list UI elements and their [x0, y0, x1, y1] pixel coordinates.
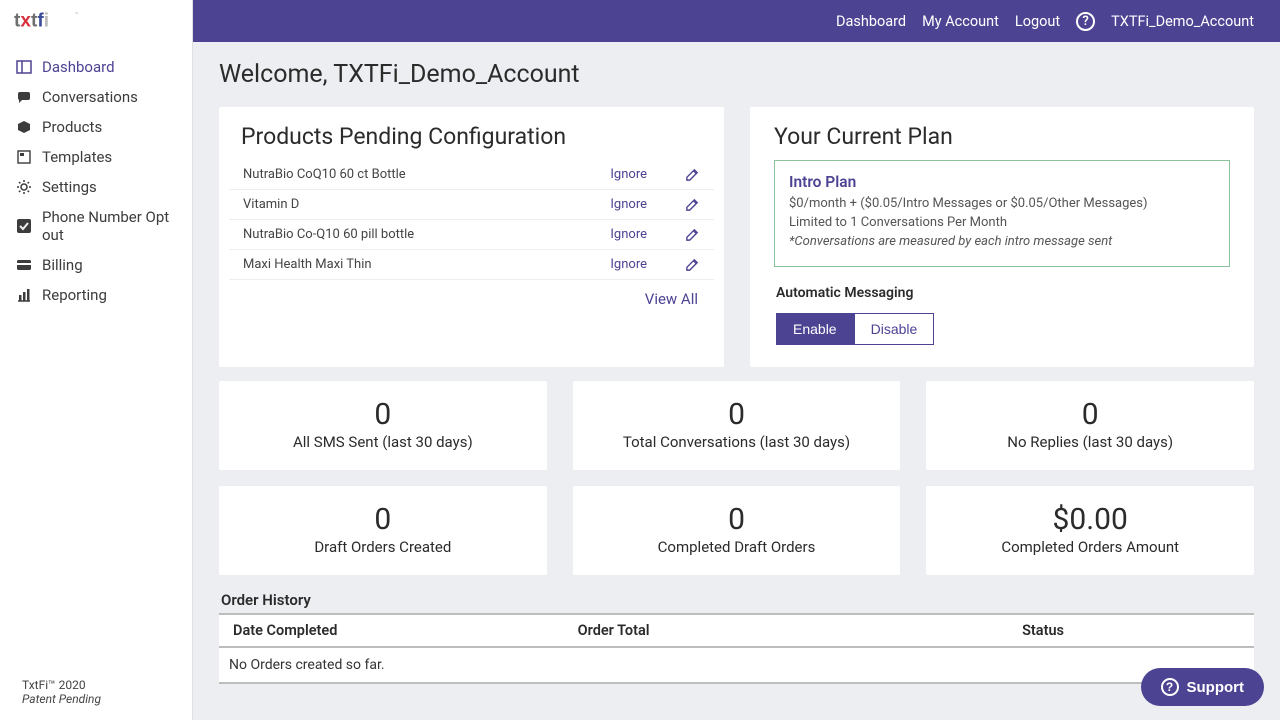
enable-button[interactable]: Enable: [776, 313, 854, 345]
pending-card: Products Pending Configuration NutraBio …: [219, 107, 724, 367]
sidebar-item-products[interactable]: Products: [0, 112, 192, 142]
order-history-title: Order History: [221, 591, 1254, 609]
support-label: Support: [1187, 679, 1245, 696]
stat-value: 0: [936, 397, 1244, 432]
chat-icon: [16, 89, 32, 105]
stat-value: 0: [229, 502, 537, 537]
stat-label: No Replies (last 30 days): [936, 432, 1244, 452]
topnav-username: TXTFi_Demo_Account: [1111, 13, 1254, 30]
plan-card: Your Current Plan Intro Plan $0/month + …: [750, 107, 1254, 367]
topbar: Dashboard My Account Logout ? TXTFi_Demo…: [193, 0, 1280, 42]
product-name: Vitamin D: [243, 197, 299, 212]
stat-value: 0: [229, 397, 537, 432]
support-button[interactable]: ? Support: [1141, 668, 1265, 706]
edit-icon[interactable]: [685, 227, 700, 242]
order-history-table: Date Completed Order Total Status No Ord…: [219, 613, 1254, 684]
edit-icon[interactable]: [685, 167, 700, 182]
stat-value: 0: [583, 502, 891, 537]
stat-label: All SMS Sent (last 30 days): [229, 432, 537, 452]
sidebar-nav: Dashboard Conversations Products Templat…: [0, 46, 192, 678]
help-icon[interactable]: ?: [1076, 12, 1095, 31]
check-icon: [16, 218, 32, 234]
card-icon: [16, 257, 32, 273]
sidebar-item-label: Templates: [42, 148, 112, 166]
stat-label: Total Conversations (last 30 days): [583, 432, 891, 452]
plan-line-note: *Conversations are measured by each intr…: [789, 233, 1215, 252]
sidebar-item-conversations[interactable]: Conversations: [0, 82, 192, 112]
footer-copyright: TxtFi™ 2020: [22, 678, 170, 692]
sidebar-item-billing[interactable]: Billing: [0, 250, 192, 280]
stat-card: 0Draft Orders Created: [219, 486, 547, 575]
template-icon: [16, 149, 32, 165]
pending-row: Maxi Health Maxi Thin Ignore: [229, 250, 714, 280]
plan-title: Your Current Plan: [774, 123, 1242, 150]
topnav-myaccount[interactable]: My Account: [922, 13, 999, 30]
topnav-logout[interactable]: Logout: [1015, 13, 1060, 30]
chart-icon: [16, 287, 32, 303]
auto-messaging-label: Automatic Messaging: [776, 285, 1242, 301]
gear-icon: [16, 179, 32, 195]
auto-messaging-toggle: Enable Disable: [776, 313, 1242, 345]
disable-button[interactable]: Disable: [854, 313, 935, 345]
sidebar-item-reporting[interactable]: Reporting: [0, 280, 192, 310]
sidebar-item-label: Dashboard: [42, 58, 115, 76]
footer-patent: Patent Pending: [22, 692, 170, 706]
pending-row: NutraBio Co-Q10 60 pill bottle Ignore: [229, 220, 714, 250]
ignore-link[interactable]: Ignore: [610, 167, 647, 182]
sidebar-item-label: Settings: [42, 178, 97, 196]
order-col-status: Status: [722, 614, 1254, 647]
stat-card: 0Completed Draft Orders: [573, 486, 901, 575]
order-col-date: Date Completed: [219, 614, 505, 647]
view-all-link[interactable]: View All: [229, 280, 714, 308]
edit-icon[interactable]: [685, 257, 700, 272]
sidebar-item-label: Phone Number Opt out: [42, 208, 176, 244]
sidebar: txtfi ™ Dashboard Conversations Products…: [0, 0, 193, 720]
txtfi-logo-icon: txtfi ™: [14, 10, 89, 34]
pending-row: NutraBio CoQ10 60 ct Bottle Ignore: [229, 160, 714, 190]
sidebar-item-label: Products: [42, 118, 102, 136]
stat-card: 0No Replies (last 30 days): [926, 381, 1254, 470]
stat-card: $0.00Completed Orders Amount: [926, 486, 1254, 575]
sidebar-item-dashboard[interactable]: Dashboard: [0, 52, 192, 82]
order-col-total: Order Total: [505, 614, 721, 647]
stat-label: Completed Orders Amount: [936, 537, 1244, 557]
plan-name: Intro Plan: [789, 173, 1215, 191]
ignore-link[interactable]: Ignore: [610, 257, 647, 272]
pending-title: Products Pending Configuration: [241, 123, 714, 150]
product-name: NutraBio CoQ10 60 ct Bottle: [243, 167, 406, 182]
plan-line-price: $0/month + ($0.05/Intro Messages or $0.0…: [789, 195, 1215, 214]
ignore-link[interactable]: Ignore: [610, 197, 647, 212]
stat-card: 0Total Conversations (last 30 days): [573, 381, 901, 470]
stat-label: Draft Orders Created: [229, 537, 537, 557]
stat-label: Completed Draft Orders: [583, 537, 891, 557]
svg-text:™: ™: [75, 11, 78, 16]
sidebar-item-settings[interactable]: Settings: [0, 172, 192, 202]
stat-value: 0: [583, 397, 891, 432]
plan-box: Intro Plan $0/month + ($0.05/Intro Messa…: [774, 160, 1230, 267]
plan-line-limit: Limited to 1 Conversations Per Month: [789, 214, 1215, 233]
logo[interactable]: txtfi ™: [0, 0, 192, 46]
stat-value: $0.00: [936, 502, 1244, 537]
sidebar-item-label: Billing: [42, 256, 83, 274]
sidebar-item-optout[interactable]: Phone Number Opt out: [0, 202, 192, 250]
footer-copy: TxtFi™ 2020 Patent Pending: [0, 678, 192, 720]
sidebar-item-templates[interactable]: Templates: [0, 142, 192, 172]
dashboard-icon: [16, 59, 32, 75]
topnav-dashboard[interactable]: Dashboard: [836, 13, 906, 30]
svg-text:txtfi: txtfi: [14, 10, 49, 31]
stat-card: 0All SMS Sent (last 30 days): [219, 381, 547, 470]
pending-row: Vitamin D Ignore: [229, 190, 714, 220]
product-name: NutraBio Co-Q10 60 pill bottle: [243, 227, 414, 242]
ignore-link[interactable]: Ignore: [610, 227, 647, 242]
box-icon: [16, 119, 32, 135]
page-title: Welcome, TXTFi_Demo_Account: [219, 60, 1254, 89]
order-empty-row: No Orders created so far.: [219, 647, 1254, 683]
question-icon: ?: [1161, 678, 1179, 696]
edit-icon[interactable]: [685, 197, 700, 212]
product-name: Maxi Health Maxi Thin: [243, 257, 372, 272]
sidebar-item-label: Reporting: [42, 286, 107, 304]
sidebar-item-label: Conversations: [42, 88, 138, 106]
